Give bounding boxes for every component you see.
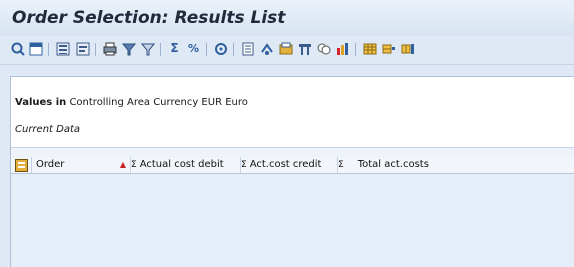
- toolbar-separator: [233, 43, 234, 56]
- column-header-act-cost-credit[interactable]: Σ Act.cost credit: [237, 157, 338, 173]
- sum-indicator-icon: Σ: [131, 160, 137, 170]
- delete-filter-icon[interactable]: [140, 41, 155, 56]
- column-header-order[interactable]: Order ▲: [32, 157, 131, 173]
- toolbar-separator: [160, 43, 161, 56]
- toolbar-separator: [95, 43, 96, 56]
- toolbar-separator: [48, 43, 49, 56]
- sort-ascending-icon: ▲: [119, 160, 126, 169]
- insert-column-icon[interactable]: [362, 41, 377, 56]
- spreadsheet-icon[interactable]: [259, 41, 274, 56]
- toolbar-separator: [206, 43, 207, 56]
- select-all-rows-icon[interactable]: [11, 157, 32, 173]
- delete-column-icon[interactable]: [381, 41, 396, 56]
- subtotals-icon[interactable]: %: [186, 41, 201, 56]
- column-header-actual-cost-debit[interactable]: Σ Actual cost debit: [127, 157, 241, 173]
- details-icon[interactable]: [10, 41, 25, 56]
- columns-icon[interactable]: [335, 41, 350, 56]
- column-header-total-act-costs[interactable]: Σ Total act.costs: [334, 157, 574, 173]
- values-in-label: Values in: [15, 97, 67, 108]
- print-icon[interactable]: [102, 41, 117, 56]
- table-settings-icon[interactable]: [400, 41, 415, 56]
- word-processing-icon[interactable]: [240, 41, 255, 56]
- total-act-costs-label: Total act.costs: [357, 159, 429, 170]
- choose-layout-icon[interactable]: [75, 41, 90, 56]
- sum-indicator-icon: Σ: [338, 160, 344, 170]
- report-header-panel: Values in Controlling Area Currency EUR …: [11, 77, 574, 148]
- currency-info: Values in Controlling Area Currency EUR …: [15, 97, 248, 108]
- page-title: Order Selection: Results List: [12, 8, 286, 28]
- filter-icon[interactable]: [121, 41, 136, 56]
- report-area: Values in Controlling Area Currency EUR …: [10, 76, 574, 267]
- sum-indicator-icon: Σ: [241, 160, 247, 170]
- abc-analysis-icon[interactable]: [297, 41, 312, 56]
- act-cost-credit-label: Act.cost credit: [249, 159, 322, 170]
- sum-icon[interactable]: Σ: [167, 41, 182, 56]
- save-layout-icon[interactable]: [55, 41, 70, 56]
- export-icon[interactable]: [213, 41, 228, 56]
- application-toolbar: Σ %: [0, 36, 574, 65]
- results-grid: Order ▲ Σ Actual cost debit Σ Act.cost cre…: [11, 157, 574, 267]
- actual-cost-debit-label: Actual cost debit: [139, 159, 224, 170]
- order-header-label: Order: [36, 159, 65, 170]
- currency-text: Controlling Area Currency EUR Euro: [69, 97, 248, 108]
- select-all-icon[interactable]: [28, 41, 43, 56]
- local-file-icon[interactable]: [278, 41, 293, 56]
- title-bar: Order Selection: Results List: [0, 0, 574, 36]
- current-data-label: Current Data: [15, 124, 81, 135]
- grid-header: Order ▲ Σ Actual cost debit Σ Act.cost cre…: [11, 157, 574, 174]
- toolbar-separator: [355, 43, 356, 56]
- graphic-icon[interactable]: [316, 41, 331, 56]
